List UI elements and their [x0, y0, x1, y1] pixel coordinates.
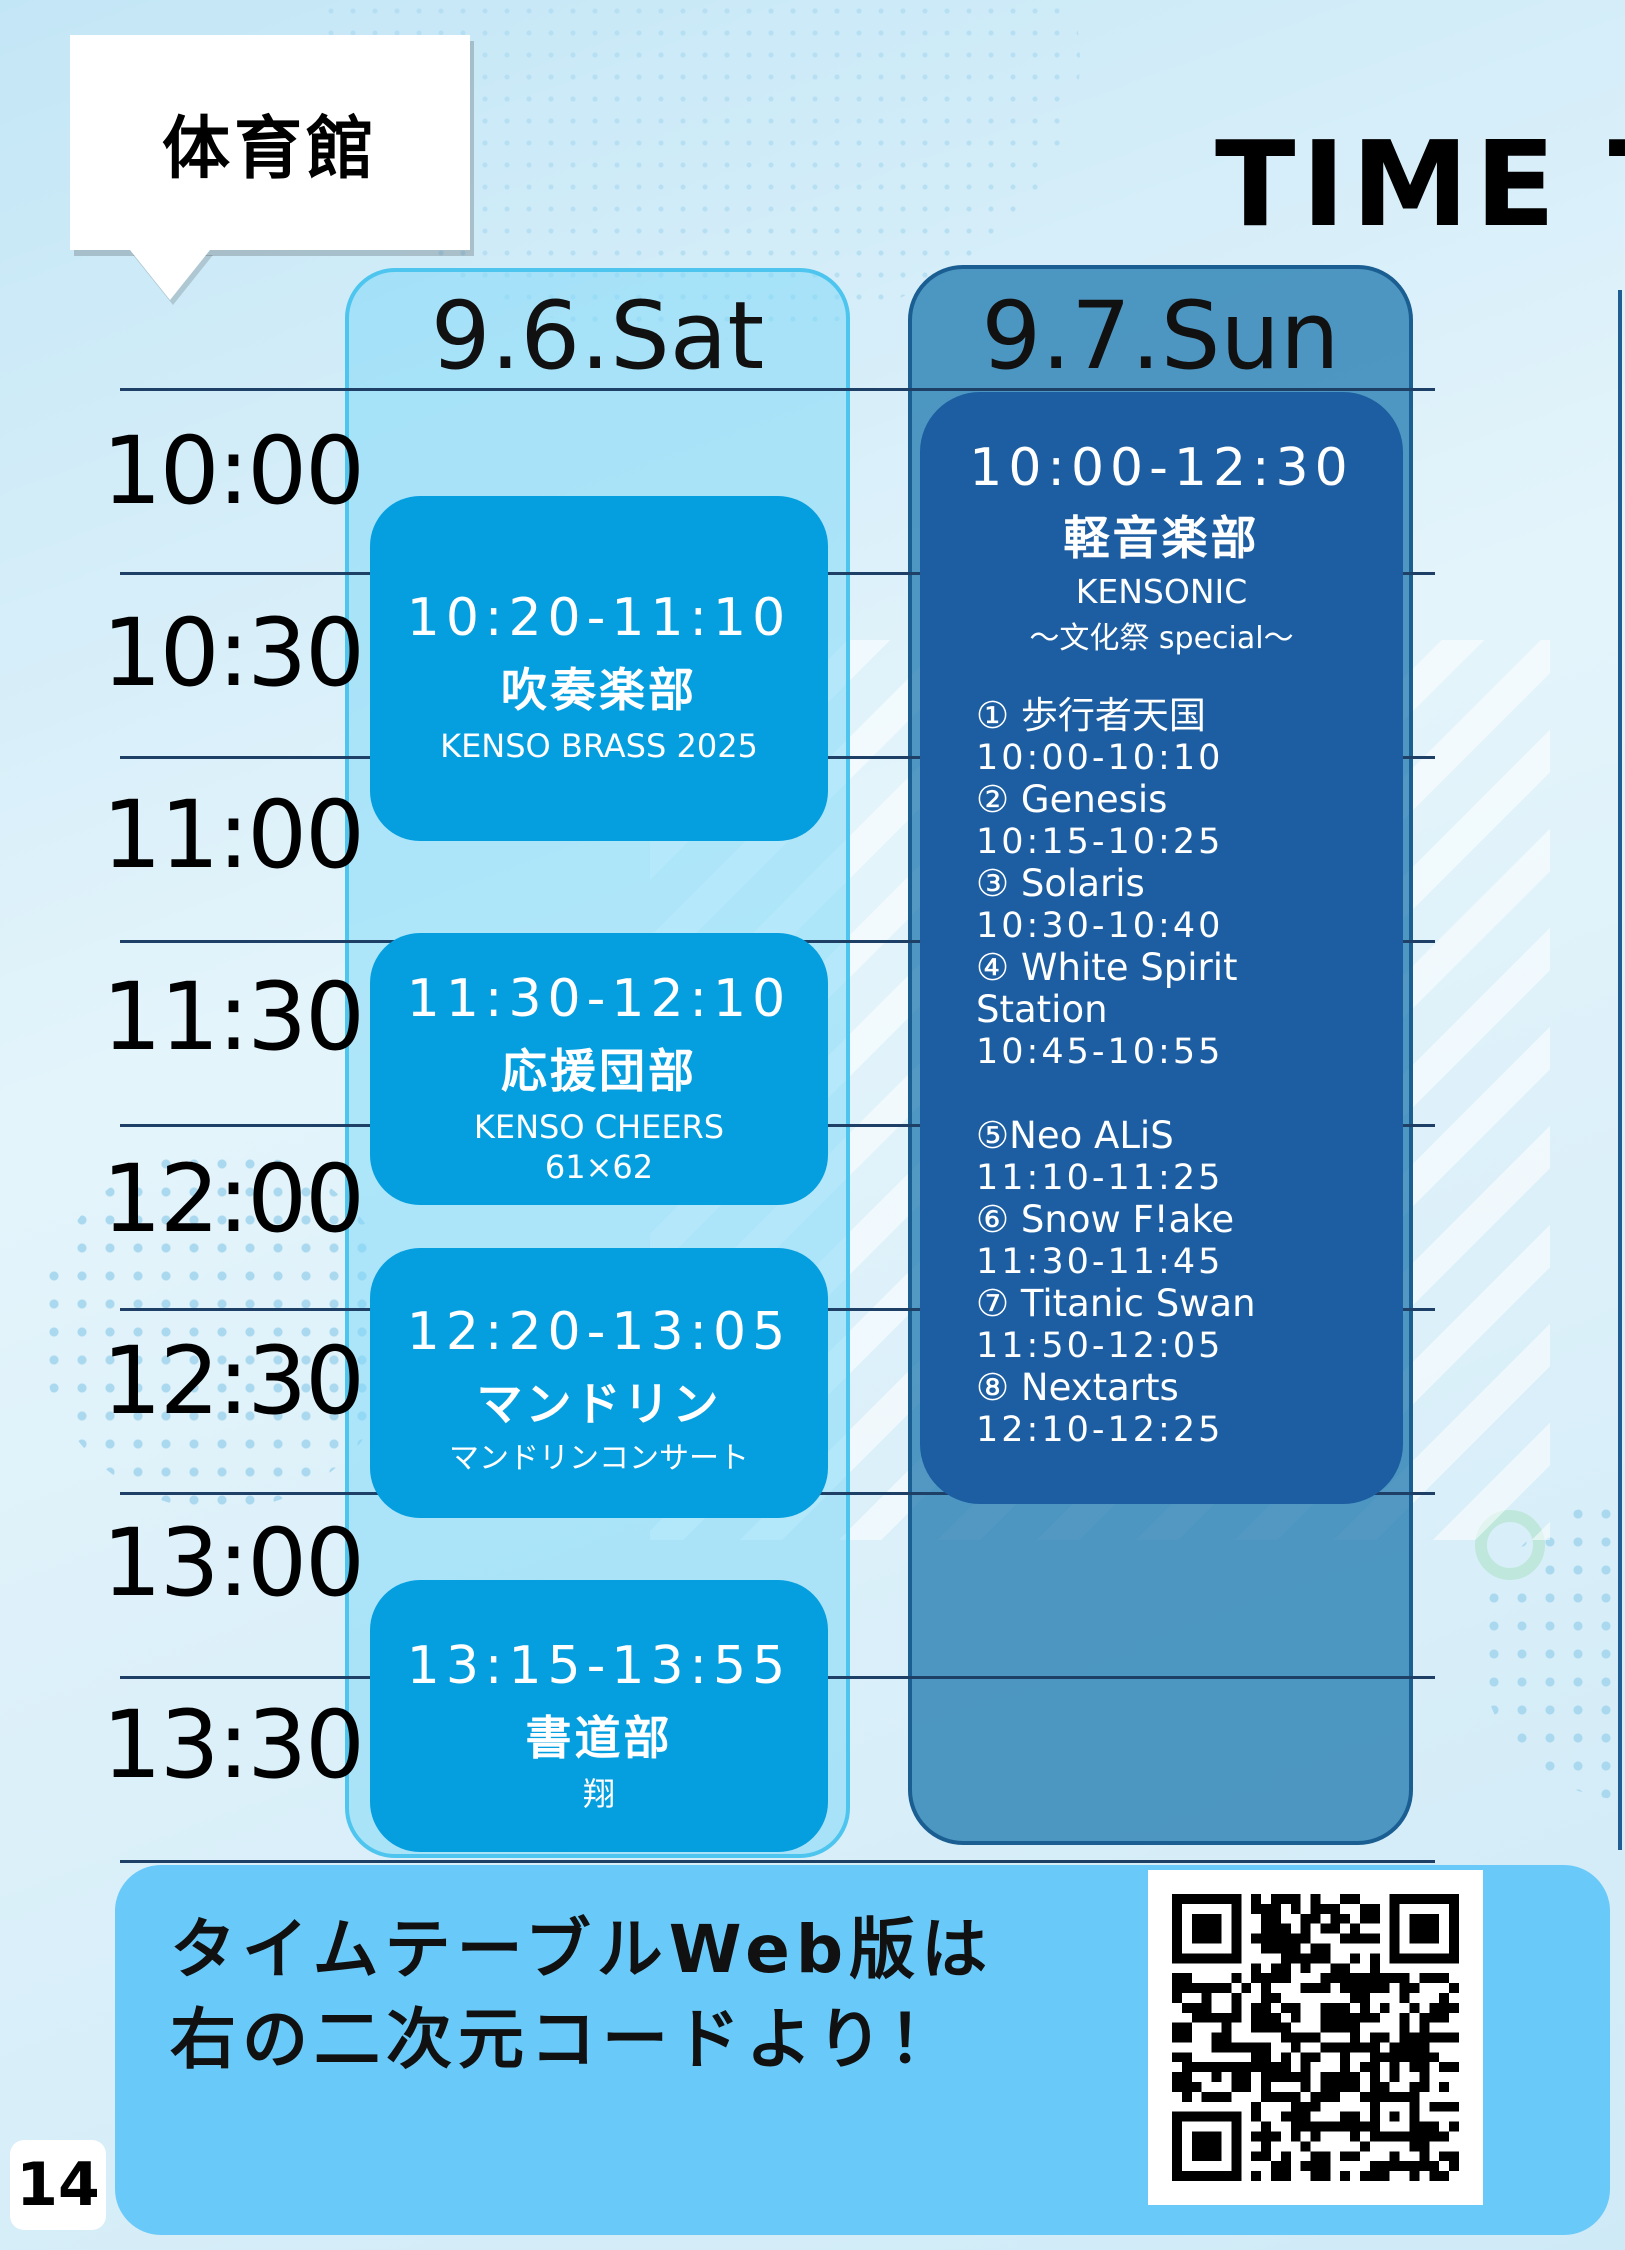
event-subtitle: KENSO CHEERS [473, 1108, 725, 1146]
act-time: 11:30-11:45 [976, 1242, 1224, 1282]
act-time: 11:10-11:25 [976, 1158, 1224, 1198]
list-item: ① 歩行者天国 10:00-10:10 [976, 695, 1403, 779]
act-time: 10:00-10:10 [976, 738, 1224, 778]
event-subtitle: マンドリンコンサート [449, 1441, 749, 1476]
qr-code-icon[interactable] [1148, 1870, 1483, 2205]
event-subtitle: KENSO BRASS 2025 [440, 727, 758, 765]
act-time: 11:50-12:05 [976, 1326, 1224, 1366]
event-card: 10:20-11:10 吹奏楽部 KENSO BRASS 2025 [370, 496, 828, 841]
act-time: 10:30-10:40 [976, 906, 1224, 946]
time-label: 12:00 [102, 1145, 365, 1254]
event-time: 13:15-13:55 [406, 1636, 792, 1696]
sunday-event-card: 10:00-12:30 軽音楽部 KENSONIC ～文化祭 special～ … [920, 392, 1403, 1504]
act-name: ⑧ Nextarts [976, 1366, 1179, 1409]
act-list: ① 歩行者天国 10:00-10:10 ② Genesis 10:15-10:2… [920, 657, 1403, 1451]
day-label-sunday: 9.7.Sun [981, 282, 1340, 391]
event-card: 11:30-12:10 応援団部 KENSO CHEERS 61×62 [370, 933, 828, 1205]
event-subtitle: 翔 [582, 1775, 615, 1813]
act-time: 12:10-12:25 [976, 1410, 1224, 1450]
event-time: 10:20-11:10 [406, 588, 792, 648]
event-name: 応援団部 [501, 1044, 697, 1098]
event-subtitle: KENSONIC [1075, 572, 1248, 611]
act-name: ⑦ Titanic Swan [976, 1282, 1256, 1325]
grid-line [120, 1860, 1435, 1863]
time-label: 11:00 [102, 781, 365, 890]
qr-code-graphic [1172, 1894, 1459, 2181]
time-label: 10:30 [102, 599, 365, 708]
column-divider [1618, 290, 1622, 1850]
event-card: 13:15-13:55 書道部 翔 [370, 1580, 828, 1852]
event-subtitle-2: ～文化祭 special～ [1029, 621, 1294, 656]
time-label: 12:30 [102, 1327, 365, 1436]
banner-message: タイムテーブルWeb版は 右の二次元コードより！ [170, 1905, 993, 2085]
event-name: 吹奏楽部 [501, 663, 697, 717]
event-name: 書道部 [525, 1711, 673, 1765]
event-name: マンドリン [476, 1377, 722, 1431]
event-card: 12:20-13:05 マンドリン マンドリンコンサート [370, 1248, 828, 1518]
time-label: 11:30 [102, 963, 365, 1072]
list-item: ③ Solaris 10:30-10:40 [976, 863, 1403, 947]
list-item: ⑦ Titanic Swan 11:50-12:05 [976, 1283, 1403, 1367]
event-time: 10:00-12:30 [969, 438, 1354, 498]
list-item: ⑤Neo ALiS 11:10-11:25 [976, 1115, 1403, 1199]
banner-line-2: 右の二次元コードより！ [170, 2001, 961, 2078]
act-name: ③ Solaris [976, 862, 1145, 905]
venue-label-box: 体育館 [70, 35, 470, 250]
time-label: 10:00 [102, 417, 365, 526]
act-name: ⑥ Snow F!ake [976, 1198, 1235, 1241]
venue-label: 体育館 [161, 110, 378, 189]
act-name: ① 歩行者天国 [976, 694, 1206, 737]
speech-bubble-tail [130, 250, 210, 300]
list-item: ④ White Spirit Station 10:45-10:55 [976, 947, 1403, 1073]
banner-line-1: タイムテーブルWeb版は [170, 1911, 994, 1988]
act-time: 10:15-10:25 [976, 822, 1224, 862]
time-label: 13:30 [102, 1691, 365, 1800]
act-name: ⑤Neo ALiS [976, 1114, 1174, 1157]
act-name: ④ White Spirit Station [976, 946, 1238, 1031]
event-time: 12:20-13:05 [406, 1302, 792, 1362]
event-name: 軽音楽部 [1063, 511, 1260, 565]
act-name: ② Genesis [976, 778, 1168, 821]
act-time: 10:45-10:55 [976, 1032, 1224, 1072]
day-label-saturday: 9.6.Sat [430, 282, 765, 391]
list-item: ② Genesis 10:15-10:25 [976, 779, 1403, 863]
time-label: 13:00 [102, 1509, 365, 1618]
list-item: ⑥ Snow F!ake 11:30-11:45 [976, 1199, 1403, 1283]
page-number: 14 [10, 2140, 106, 2230]
page-title: TIME T [1215, 115, 1625, 253]
event-subtitle-2: 61×62 [544, 1148, 654, 1186]
event-time: 11:30-12:10 [406, 969, 792, 1029]
list-item: ⑧ Nextarts 12:10-12:25 [976, 1367, 1403, 1451]
